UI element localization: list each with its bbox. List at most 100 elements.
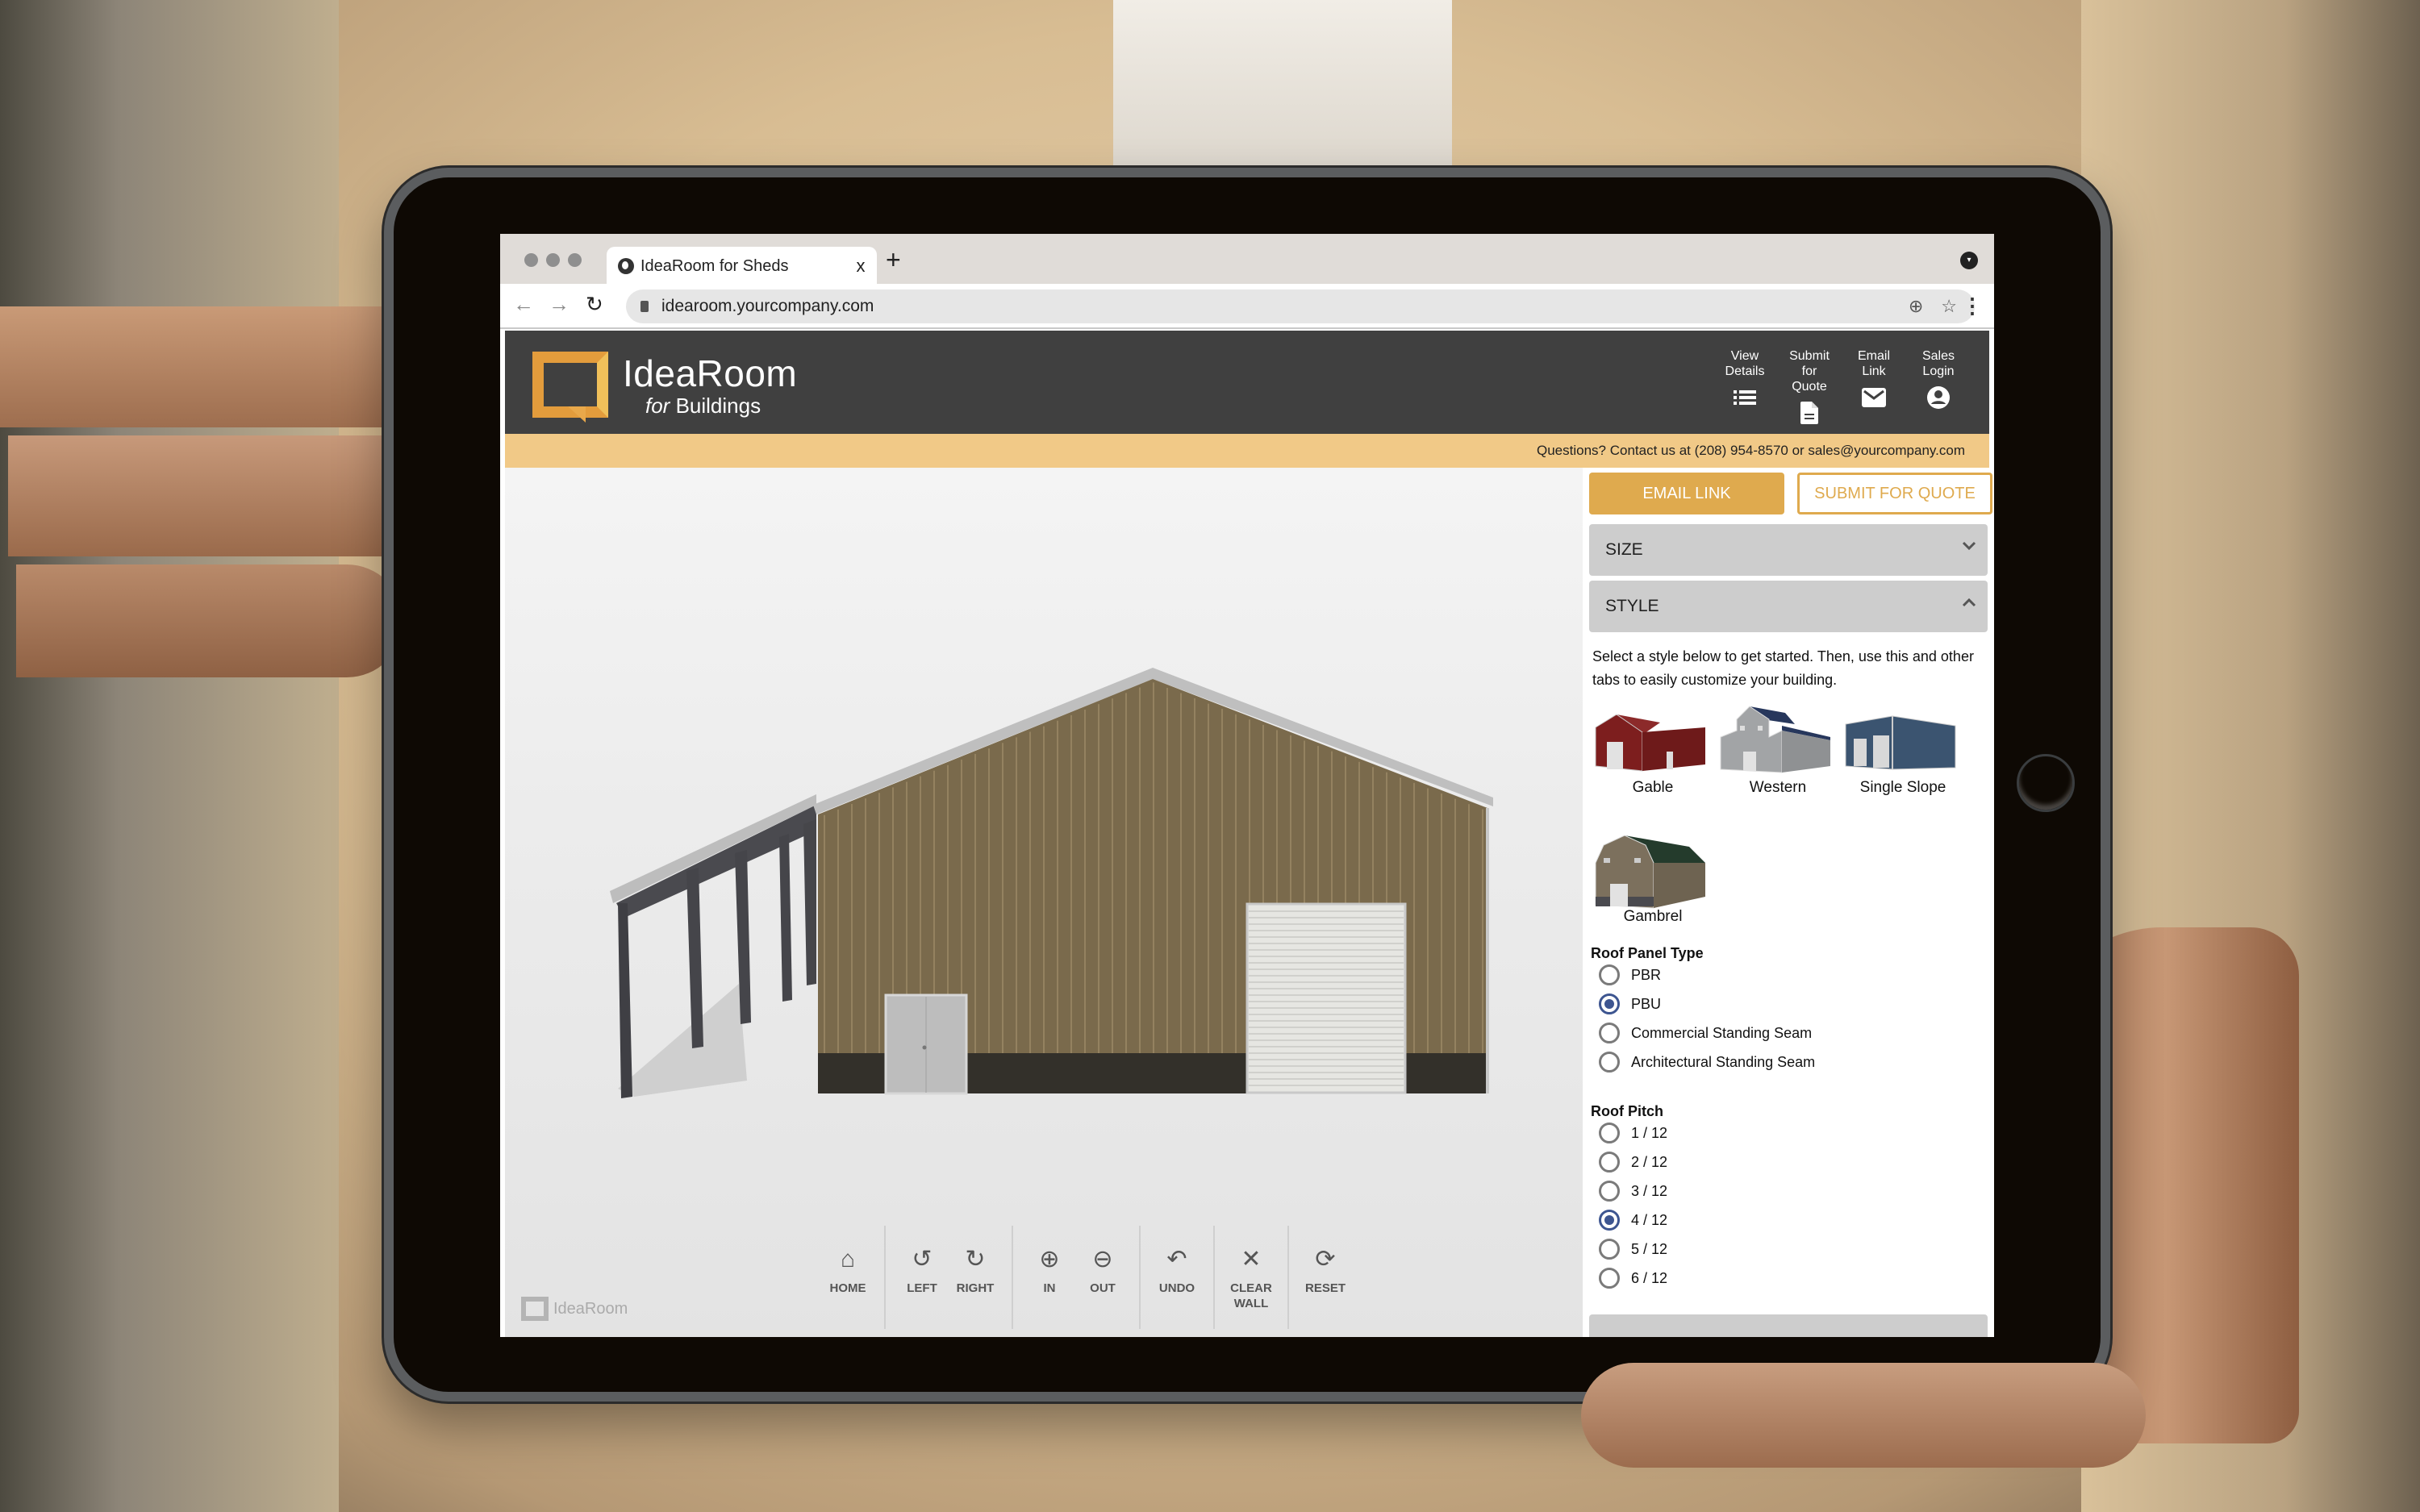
bookmark-star-icon[interactable]: ☆ <box>1941 296 1957 317</box>
roof-pitch-option[interactable]: 6 / 12 <box>1599 1268 1667 1289</box>
radio-button[interactable] <box>1599 1052 1620 1073</box>
roof-pitch-option-label: 2 / 12 <box>1631 1153 1668 1170</box>
reload-icon[interactable]: ↻ <box>586 292 603 317</box>
back-icon[interactable]: ← <box>513 292 534 317</box>
right-thumb <box>1581 1363 2146 1468</box>
email-link-button[interactable]: Email Link <box>1847 348 1901 425</box>
brand-for: for <box>645 394 670 418</box>
toolbar-group: ↶ UNDO <box>1141 1226 1215 1329</box>
style-single-slope[interactable]: Single Slope <box>1842 702 1963 797</box>
reset-icon: ⟳ <box>1315 1246 1336 1272</box>
lean-to-post <box>618 903 632 1098</box>
left-hand-finger <box>16 564 403 677</box>
browser-tab-bar: IdeaRoom for Sheds x + ▾ <box>500 234 1994 285</box>
accordion-size[interactable]: SIZE <box>1589 524 1988 576</box>
roof-pitch-option[interactable]: 4 / 12 <box>1599 1210 1667 1231</box>
profile-dropdown-icon[interactable]: ▾ <box>1960 252 1978 269</box>
style-intro-text: Select a style below to get started. The… <box>1592 648 1974 688</box>
tab-title: IdeaRoom for Sheds <box>640 256 789 275</box>
radio-button[interactable] <box>1599 1239 1620 1260</box>
radio-button[interactable] <box>1599 1123 1620 1143</box>
header-actions: View Details Submit for Quote Email Link <box>1718 348 1965 425</box>
roof-panel-option[interactable]: Commercial Standing Seam <box>1599 1023 1812 1043</box>
style-western[interactable]: Western <box>1717 702 1838 797</box>
roof-panel-option[interactable]: Architectural Standing Seam <box>1599 1052 1815 1073</box>
email-link-cta-button[interactable]: EMAIL LINK <box>1589 473 1784 514</box>
rotate-left-icon: ↺ <box>912 1246 933 1272</box>
3d-viewport[interactable]: ⌂ HOME ↺ LEFT ↻ RIGHT ⊕ IN ⊖ OUT ↶ UNDO … <box>505 468 1583 1337</box>
submit-for-quote-button[interactable]: Submit for Quote <box>1783 348 1836 425</box>
forward-icon[interactable]: → <box>549 292 570 317</box>
radio-button[interactable] <box>1599 1152 1620 1173</box>
roof-pitch-option-label: 6 / 12 <box>1631 1269 1668 1286</box>
undo-button[interactable]: ↶ UNDO <box>1150 1226 1204 1329</box>
roof-pitch-option[interactable]: 2 / 12 <box>1599 1152 1667 1173</box>
style-single-slope-label: Single Slope <box>1859 779 1946 796</box>
browser-menu-icon[interactable]: ⋮ <box>1962 294 1983 319</box>
style-gambrel[interactable]: Gambrel <box>1592 831 1713 926</box>
rotate-right-icon: ↻ <box>965 1246 986 1272</box>
zoom-out-icon: ⊖ <box>1092 1246 1113 1272</box>
roll-up-door[interactable] <box>1245 902 1407 1094</box>
view-details-button[interactable]: View Details <box>1718 348 1771 425</box>
roof-panel-option[interactable]: PBU <box>1599 993 1661 1014</box>
shirt-collar <box>1113 0 1452 177</box>
window-dot[interactable] <box>568 253 582 267</box>
radio-button[interactable] <box>1599 964 1620 985</box>
radio-button[interactable] <box>1599 1023 1620 1043</box>
style-western-label: Western <box>1749 779 1807 796</box>
roof-panel-option[interactable]: PBR <box>1599 964 1661 985</box>
radio-button[interactable] <box>1599 1210 1620 1231</box>
idearoom-logo-icon[interactable] <box>532 352 608 423</box>
style-gable[interactable]: Gable <box>1592 702 1713 797</box>
roof-pitch-option-label: 5 / 12 <box>1631 1240 1668 1257</box>
action-label: Details <box>1725 364 1765 378</box>
cta-buttons: EMAIL LINK SUBMIT FOR QUOTE <box>1589 473 1992 514</box>
new-tab-button[interactable]: + <box>886 245 901 275</box>
tablet-home-button[interactable] <box>2017 754 2075 812</box>
toolbar-group: ⊕ IN ⊖ OUT <box>1013 1226 1141 1329</box>
accordion-style[interactable]: STYLE <box>1589 581 1988 632</box>
close-tab-icon[interactable]: x <box>845 256 877 277</box>
roof-pitch-option[interactable]: 1 / 12 <box>1599 1123 1667 1143</box>
roof-pitch-option-label: 4 / 12 <box>1631 1211 1668 1228</box>
in-label: IN <box>1043 1281 1056 1295</box>
radio-button[interactable] <box>1599 1181 1620 1202</box>
gambrel-building-image <box>1592 831 1712 909</box>
western-building-image <box>1717 702 1837 774</box>
browser-tab[interactable]: IdeaRoom for Sheds x <box>607 247 877 285</box>
action-label: Login <box>1922 364 1955 378</box>
accordion-next[interactable] <box>1589 1314 1988 1337</box>
url-input[interactable]: idearoom.yourcompany.com ⊕ ☆ <box>626 289 1975 323</box>
sales-login-button[interactable]: Sales Login <box>1912 348 1965 425</box>
roof-pitch-option[interactable]: 3 / 12 <box>1599 1181 1667 1202</box>
zoom-page-icon[interactable]: ⊕ <box>1909 296 1923 317</box>
ground-shadow <box>618 984 747 1097</box>
window-dot[interactable] <box>524 253 538 267</box>
building-3d-model[interactable] <box>505 468 1583 1337</box>
door-knob <box>922 1045 927 1050</box>
roof-panel-option-label: PBR <box>1631 966 1662 983</box>
window-dot[interactable] <box>546 253 560 267</box>
radio-button[interactable] <box>1599 1268 1620 1289</box>
reset-button[interactable]: ⟳ RESET <box>1299 1226 1352 1329</box>
roof-pitch-option[interactable]: 5 / 12 <box>1599 1239 1667 1260</box>
zoom-in-button[interactable]: ⊕ IN <box>1023 1226 1076 1329</box>
submit-for-quote-cta-button[interactable]: SUBMIT FOR QUOTE <box>1797 473 1992 514</box>
undo-label: UNDO <box>1158 1281 1195 1295</box>
roof-panel-type-title: Roof Panel Type <box>1591 945 1704 961</box>
idearoom-watermark: IdeaRoom <box>521 1297 628 1321</box>
clear-wall-button[interactable]: ✕ CLEAR WALL <box>1225 1226 1278 1329</box>
home-view-button[interactable]: ⌂ HOME <box>821 1226 874 1329</box>
radio-button[interactable] <box>1599 993 1620 1014</box>
account-icon <box>1912 385 1965 410</box>
brand-buildings: Buildings <box>675 394 761 418</box>
home-icon: ⌂ <box>840 1246 856 1272</box>
rotate-right-button[interactable]: ↻ RIGHT <box>949 1226 1002 1329</box>
url-text: idearoom.yourcompany.com <box>661 297 874 315</box>
toolbar-group: ✕ CLEAR WALL <box>1215 1226 1289 1329</box>
zoom-in-icon: ⊕ <box>1039 1246 1060 1272</box>
rotate-left-button[interactable]: ↺ LEFT <box>895 1226 949 1329</box>
lean-to-post <box>779 834 792 1002</box>
zoom-out-button[interactable]: ⊖ OUT <box>1076 1226 1129 1329</box>
